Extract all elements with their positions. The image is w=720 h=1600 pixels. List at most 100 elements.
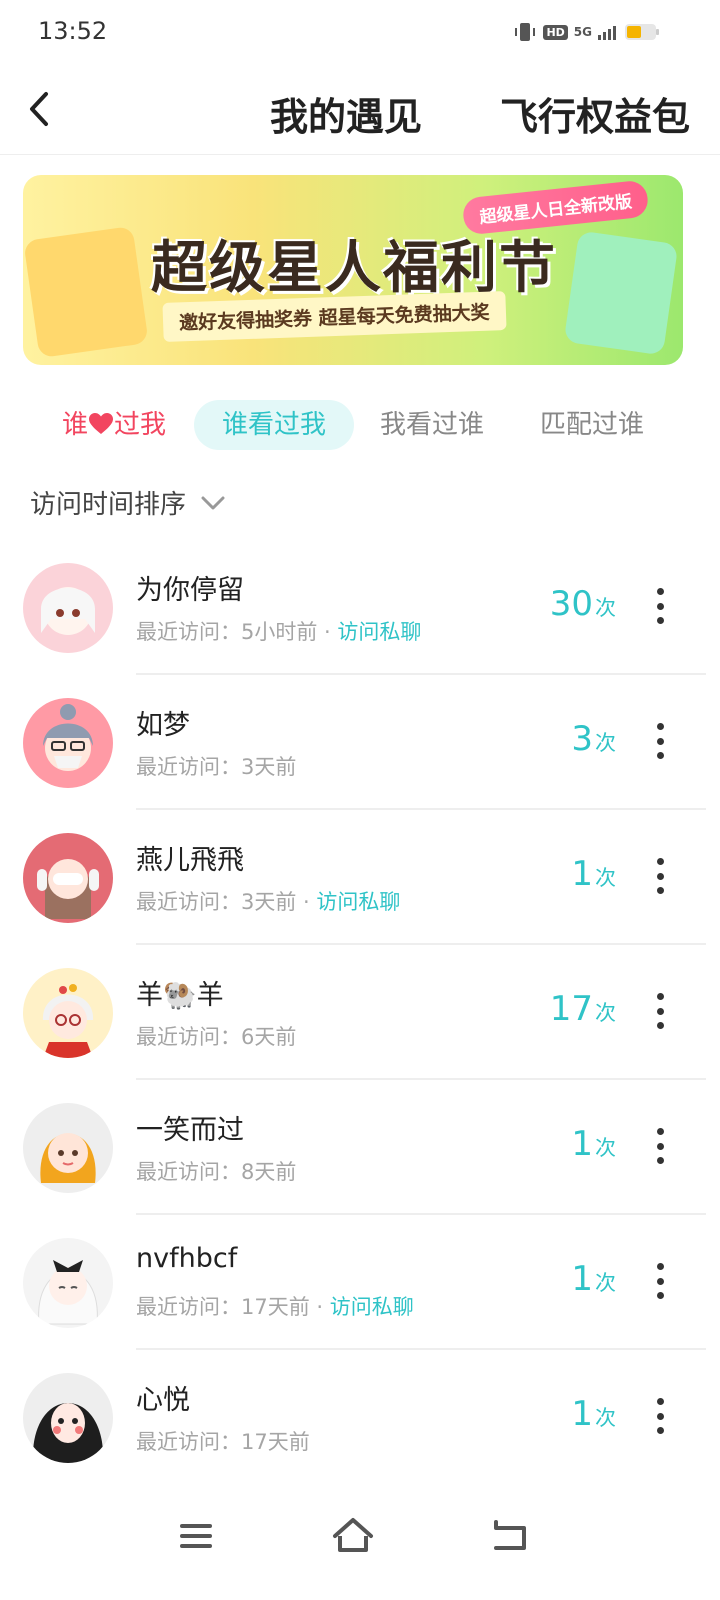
tab-who-viewed-me[interactable]: 谁看过我 — [194, 400, 355, 450]
header: 我的遇见 飞行权益包 — [0, 64, 720, 155]
avatar[interactable] — [23, 1103, 113, 1193]
last-visit-time: 17天前 — [241, 1295, 310, 1319]
visit-count-unit: 次 — [595, 1271, 616, 1295]
visitor-meta: 最近访问：17天前 · 访问私聊 — [136, 1295, 414, 1319]
last-visit-time: 17天前 — [241, 1430, 310, 1454]
visit-count-value: 3 — [571, 719, 593, 759]
avatar-image — [23, 1103, 113, 1193]
list-item[interactable]: nvfhbcf 最近访问：17天前 · 访问私聊 1次 — [0, 1215, 720, 1350]
last-visit-time: 6天前 — [241, 1025, 297, 1049]
visitor-name: 一笑而过 — [136, 1115, 244, 1146]
avatar[interactable] — [23, 968, 113, 1058]
visit-count-unit: 次 — [595, 1136, 616, 1160]
avatar-image — [23, 833, 113, 923]
avatar[interactable] — [23, 833, 113, 923]
page-title: 我的遇见 — [270, 95, 423, 139]
more-vertical-icon[interactable] — [650, 1263, 670, 1299]
list-item[interactable]: 一笑而过 最近访问：8天前 1次 — [0, 1080, 720, 1215]
visit-count-value: 30 — [549, 584, 593, 624]
tab-who-liked-me[interactable]: 谁过我 — [62, 400, 166, 450]
visit-count: 1次 — [571, 1259, 616, 1299]
avatar-image — [23, 968, 113, 1058]
more-vertical-icon[interactable] — [650, 588, 670, 624]
sort-label: 访问时间排序 — [30, 490, 187, 520]
meta-label: 最近访问： — [136, 620, 241, 644]
vibrate-icon — [515, 23, 536, 41]
more-vertical-icon[interactable] — [650, 1128, 670, 1164]
list-item[interactable]: 为你停留 最近访问：5小时前 · 访问私聊 30次 — [0, 540, 720, 675]
visit-count-unit: 次 — [595, 731, 616, 755]
status-icons: HD 5G — [513, 20, 660, 44]
visit-count: 17次 — [550, 989, 616, 1029]
visitor-meta: 最近访问：3天前 — [136, 751, 296, 781]
visit-count: 1次 — [571, 1394, 616, 1434]
system-nav-bar — [0, 1492, 720, 1600]
status-bar: 13:52 HD 5G — [0, 0, 720, 64]
tab-who-i-viewed[interactable]: 我看过谁 — [380, 400, 484, 450]
home-button[interactable] — [323, 1506, 383, 1566]
meta-label: 最近访问： — [136, 890, 241, 914]
tab-matched[interactable]: 匹配过谁 — [540, 400, 644, 450]
tab-label-suffix: 过我 — [114, 410, 167, 440]
avatar-image — [23, 1373, 113, 1463]
meta-label: 最近访问： — [136, 755, 241, 779]
avatar-image — [23, 1238, 113, 1328]
visit-count: 1次 — [571, 1124, 616, 1164]
list-item[interactable]: 心悦 最近访问：17天前 1次 — [0, 1350, 720, 1485]
visit-chat-link[interactable]: 访问私聊 — [316, 890, 400, 914]
home-icon — [333, 1518, 373, 1552]
visitor-name: 羊🐏羊 — [136, 980, 224, 1011]
tab-label-prefix: 谁 — [62, 410, 89, 440]
visit-count: 30次 — [550, 584, 616, 624]
more-vertical-icon[interactable] — [650, 1398, 670, 1434]
avatar[interactable] — [23, 1373, 113, 1463]
visit-count-value: 1 — [571, 1394, 593, 1434]
more-vertical-icon[interactable] — [650, 858, 670, 894]
visitor-name: 为你停留 — [136, 575, 244, 606]
last-visit-time: 8天前 — [241, 1160, 297, 1184]
visitor-tabs: 谁过我 谁看过我 我看过谁 匹配过谁 — [0, 398, 720, 454]
visitor-meta: 最近访问：3天前 · 访问私聊 — [136, 890, 401, 914]
heart-icon — [89, 413, 114, 434]
visit-chat-link[interactable]: 访问私聊 — [330, 1295, 414, 1319]
back-button[interactable] — [20, 86, 60, 132]
banner-gift-illustration — [23, 225, 149, 359]
list-item[interactable]: 如梦 最近访问：3天前 3次 — [0, 675, 720, 810]
visit-count-value: 1 — [571, 1124, 593, 1164]
promo-banner[interactable]: 超级星人日全新改版 超级星人福利节 邀好友得抽奖券 超星每天免费抽大奖 — [23, 175, 683, 365]
menu-icon — [180, 1524, 212, 1548]
visit-count-value: 1 — [571, 854, 593, 894]
list-item[interactable]: 羊🐏羊 最近访问：6天前 17次 — [0, 945, 720, 1080]
last-visit-time: 3天前 — [241, 890, 297, 914]
chevron-down-icon — [201, 496, 225, 509]
list-item[interactable]: 燕儿飛飛 最近访问：3天前 · 访问私聊 1次 — [0, 810, 720, 945]
avatar[interactable] — [23, 563, 113, 653]
return-icon — [494, 1520, 526, 1550]
visit-count-value: 17 — [549, 989, 593, 1029]
flight-benefits-link[interactable]: 飞行权益包 — [500, 86, 690, 141]
avatar[interactable] — [23, 698, 113, 788]
network-type: 5G — [573, 25, 592, 39]
visitor-list: 为你停留 最近访问：5小时前 · 访问私聊 30次 如梦 最近访问：3天前 3次 — [0, 540, 720, 1485]
visit-count: 1次 — [571, 854, 616, 894]
last-visit-time: 3天前 — [241, 755, 297, 779]
hd-badge: HD — [543, 24, 568, 40]
menu-button[interactable] — [166, 1506, 226, 1566]
visit-chat-link[interactable]: 访问私聊 — [337, 620, 421, 644]
visitor-meta: 最近访问：17天前 — [136, 1426, 310, 1456]
sort-dropdown[interactable]: 访问时间排序 — [30, 484, 226, 521]
visitor-meta: 最近访问：5小时前 · 访问私聊 — [136, 620, 422, 644]
visitor-name: 燕儿飛飛 — [136, 845, 244, 876]
visitor-name: 如梦 — [136, 710, 190, 741]
avatar-image — [23, 698, 113, 788]
back-nav-button[interactable] — [480, 1506, 540, 1566]
visitor-name: 心悦 — [136, 1385, 190, 1416]
avatar-image — [23, 563, 113, 653]
avatar[interactable] — [23, 1238, 113, 1328]
more-vertical-icon[interactable] — [650, 993, 670, 1029]
battery-icon — [625, 24, 659, 40]
visit-count-unit: 次 — [595, 1001, 616, 1025]
visitor-meta: 最近访问：6天前 — [136, 1021, 296, 1051]
status-time: 13:52 — [38, 17, 108, 45]
more-vertical-icon[interactable] — [650, 723, 670, 759]
